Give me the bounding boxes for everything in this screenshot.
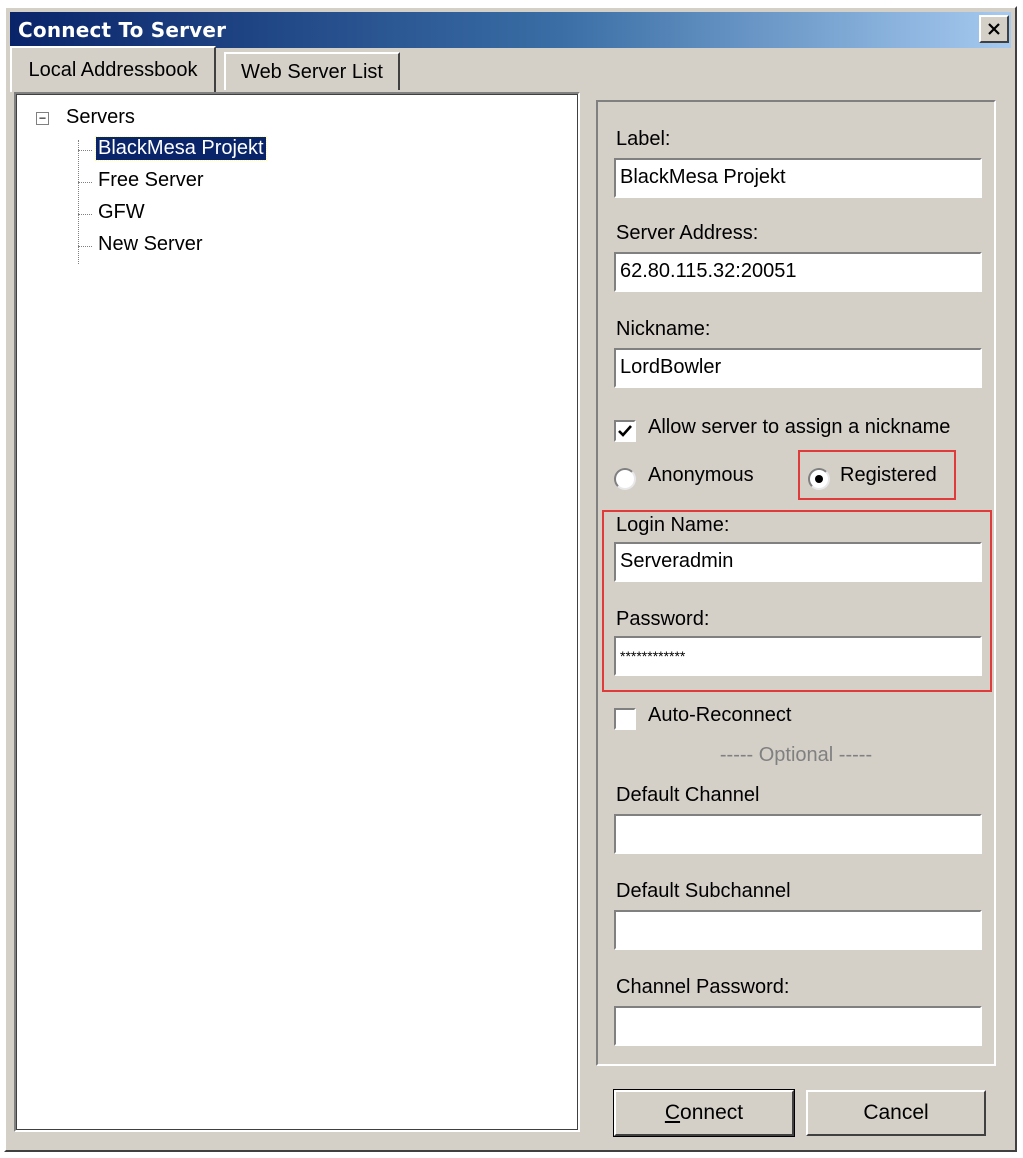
registered-radio[interactable] (808, 468, 830, 490)
auto-reconnect-checkbox[interactable] (614, 708, 636, 730)
connect-button[interactable]: Connect (613, 1089, 795, 1137)
channel-password-input[interactable] (614, 1006, 982, 1046)
default-channel-label: Default Channel (616, 784, 760, 806)
tab-label: Web Server List (241, 60, 383, 83)
tab-label: Local Addressbook (28, 58, 198, 81)
default-subchannel-label: Default Subchannel (616, 880, 791, 902)
anonymous-label[interactable]: Anonymous (648, 464, 754, 487)
nickname-input[interactable]: LordBowler (614, 348, 982, 388)
collapse-icon[interactable]: − (36, 112, 49, 125)
password-label: Password: (616, 608, 710, 630)
label-input[interactable]: BlackMesa Projekt (614, 158, 982, 198)
registered-label[interactable]: Registered (840, 464, 937, 487)
server-address-label: Server Address: (616, 222, 759, 244)
login-name-label: Login Name: (616, 514, 730, 536)
label-field-label: Label: (616, 128, 671, 150)
anonymous-radio[interactable] (614, 468, 636, 490)
optional-separator: ----- Optional ----- (719, 744, 873, 766)
tree-root-label[interactable]: Servers (66, 106, 135, 129)
radio-selected-dot (815, 475, 823, 483)
tree-item-label[interactable]: BlackMesa Projekt (95, 136, 267, 161)
allow-assign-checkbox[interactable] (614, 420, 636, 442)
default-channel-input[interactable] (614, 814, 982, 854)
allow-assign-label[interactable]: Allow server to assign a nickname (648, 416, 950, 439)
tree-item-label[interactable]: New Server (96, 233, 204, 256)
checkmark-icon (618, 425, 632, 437)
tab-web-server-list[interactable]: Web Server List (224, 52, 400, 90)
channel-password-label: Channel Password: (616, 976, 790, 998)
close-button[interactable] (979, 15, 1009, 43)
server-details-panel: Label: BlackMesa Projekt Server Address:… (596, 100, 996, 1066)
tree-item-label[interactable]: Free Server (96, 169, 206, 192)
cancel-button[interactable]: Cancel (806, 1090, 986, 1136)
nickname-label: Nickname: (616, 318, 711, 340)
title-bar[interactable]: Connect To Server (10, 12, 1011, 48)
tree-item-label[interactable]: GFW (96, 201, 147, 224)
window-title: Connect To Server (18, 18, 227, 42)
password-input[interactable]: ************ (614, 636, 982, 676)
server-tree[interactable]: − Servers BlackMesa Projekt Free Server … (14, 92, 580, 1132)
close-icon (988, 23, 1000, 35)
tab-strip: Local Addressbook Web Server List (10, 46, 610, 94)
cancel-label: Cancel (863, 1101, 929, 1124)
server-address-input[interactable]: 62.80.115.32:20051 (614, 252, 982, 292)
connect-label: Connect (664, 1101, 744, 1124)
default-subchannel-input[interactable] (614, 910, 982, 950)
tab-local-addressbook[interactable]: Local Addressbook (10, 46, 216, 92)
login-name-input[interactable]: Serveradmin (614, 542, 982, 582)
auto-reconnect-label[interactable]: Auto-Reconnect (648, 704, 791, 727)
